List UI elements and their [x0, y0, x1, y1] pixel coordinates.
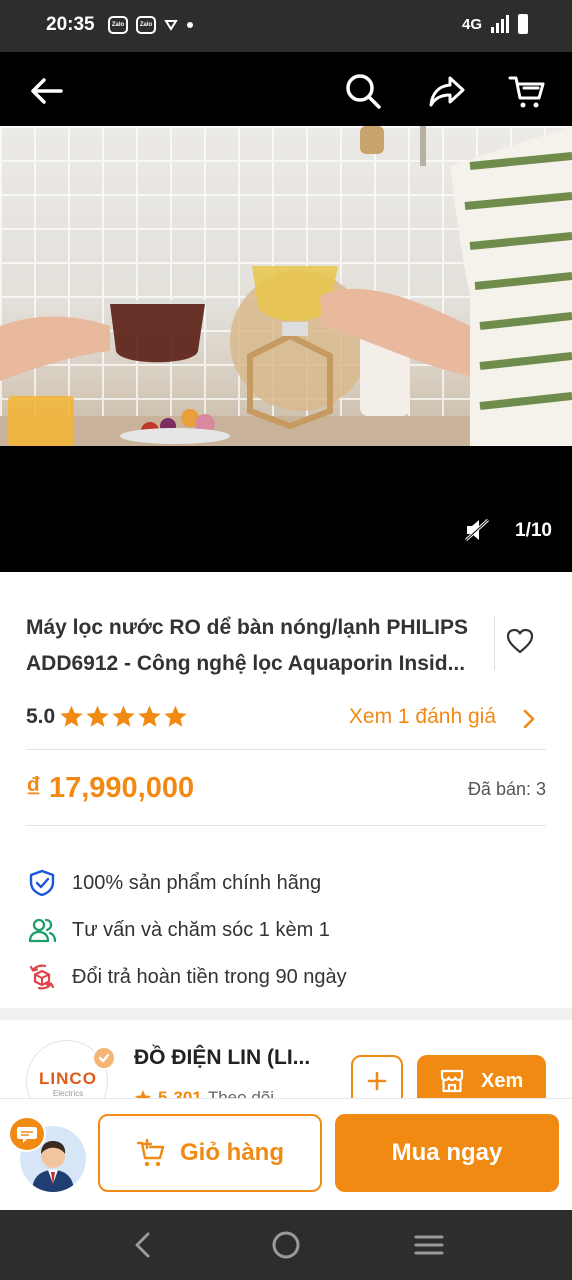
nav-recents-icon[interactable] [414, 1230, 444, 1260]
star-icon [112, 705, 135, 727]
search-icon[interactable] [344, 72, 382, 110]
perk-item: 100% sản phẩm chính hãng [28, 869, 321, 897]
section-separator [0, 1008, 572, 1020]
nav-back-icon[interactable] [128, 1230, 158, 1260]
rating-value: 5.0 [26, 704, 56, 728]
share-icon[interactable] [428, 72, 466, 110]
divider [494, 616, 495, 670]
shield-check-icon [29, 869, 55, 897]
chevron-right-icon[interactable] [522, 709, 536, 729]
product-photo [0, 126, 572, 446]
system-navigation-bar [0, 1210, 572, 1280]
star-icon [164, 705, 187, 727]
star-icon [86, 705, 109, 727]
star-icon [138, 705, 161, 727]
perk-item: Đổi trả hoàn tiền trong 90 ngày [28, 963, 347, 991]
perk-text: Đổi trả hoàn tiền trong 90 ngày [72, 965, 347, 988]
add-to-cart-button[interactable]: Giỏ hàng [98, 1114, 322, 1192]
notification-icons: Zalo Zalo [108, 16, 194, 34]
store-icon [440, 1069, 464, 1093]
rating-summary: 5.0 [26, 704, 189, 729]
divider [26, 749, 546, 750]
buy-now-label: Mua ngay [391, 1139, 503, 1166]
divider [26, 825, 546, 826]
media-counter: 1/10 [515, 520, 552, 541]
sold-count: Đã bán: 3 [467, 779, 546, 799]
star-icon [60, 705, 83, 727]
product-title-line1: Máy lọc nước RO dể bàn nóng/lạnh PHILIPS [26, 616, 469, 639]
zalo-icon: Zalo [108, 16, 128, 34]
battery-icon [518, 14, 528, 34]
signal-icon [491, 15, 509, 33]
view-reviews-link[interactable]: Xem 1 đánh giá [349, 705, 496, 729]
back-arrow-icon[interactable] [28, 72, 66, 110]
cart-icon[interactable] [508, 72, 546, 110]
status-time: 20:35 [46, 14, 95, 35]
return-box-icon [29, 964, 55, 990]
product-title-line2: ADD6912 - Công nghệ lọc Aquaporin Insid.… [26, 652, 466, 675]
muted-speaker-icon[interactable] [464, 518, 490, 542]
product-price: ₫ 17,990,000 [26, 772, 195, 804]
chat-icon[interactable] [8, 1116, 46, 1152]
perk-text: Tư vấn và chăm sóc 1 kèm 1 [72, 918, 330, 941]
shop-logo-text: LINCO [39, 1069, 97, 1088]
shop-logo-subtext: Electrics [52, 1089, 84, 1098]
verified-badge-icon [92, 1046, 116, 1070]
perk-text: 100% sản phẩm chính hãng [72, 871, 322, 894]
buy-now-button[interactable]: Mua ngay [335, 1114, 559, 1192]
add-to-cart-label: Giỏ hàng [180, 1139, 284, 1166]
product-title: Máy lọc nước RO dể bàn nóng/lạnh PHILIPS… [26, 610, 486, 682]
shop-name[interactable]: ĐỒ ĐIỆN LIN (LI... [134, 1046, 310, 1070]
dot-icon [187, 22, 193, 28]
status-bar: 20:35 Zalo Zalo 4G [0, 0, 572, 52]
view-shop-label: Xem [481, 1069, 524, 1092]
perk-item: Tư vấn và chăm sóc 1 kèm 1 [28, 916, 330, 944]
heart-icon[interactable] [506, 628, 534, 654]
product-media-carousel[interactable]: 1/10 [0, 126, 572, 572]
top-app-bar [0, 52, 572, 126]
zalo-icon: Zalo [136, 16, 156, 34]
users-icon [28, 918, 56, 943]
nav-home-icon[interactable] [271, 1230, 301, 1260]
system-icons: 4G [462, 14, 528, 34]
network-type: 4G [461, 15, 482, 33]
cart-plus-icon [136, 1138, 165, 1167]
download-icon [164, 20, 178, 31]
